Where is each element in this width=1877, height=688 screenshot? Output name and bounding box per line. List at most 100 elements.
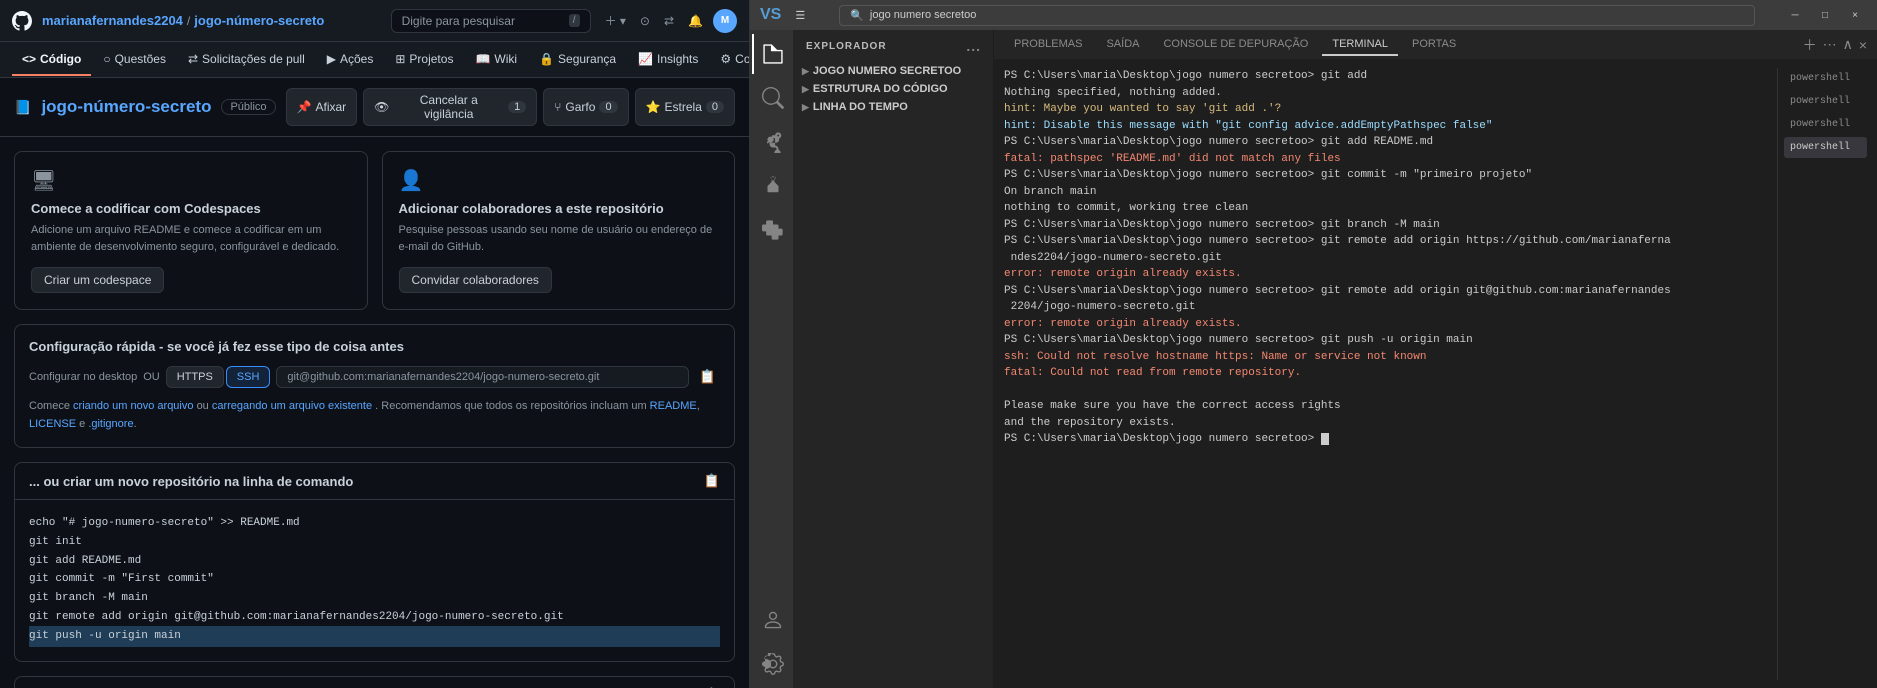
quick-setup-section: Configuração rápida - se você já fez ess… bbox=[14, 324, 735, 448]
jogo-folder-label: JOGO NUMERO SECRETOO bbox=[813, 65, 961, 77]
split-terminal-button[interactable]: ⋯ bbox=[1823, 36, 1837, 53]
new-repo-code-body: echo "# jogo-numero-secreto" >> README.m… bbox=[15, 500, 734, 661]
menu-item[interactable]: ☰ bbox=[789, 7, 811, 24]
notification-button[interactable]: 🔔 bbox=[684, 10, 707, 32]
tab-debug-console[interactable]: CONSOLE DE DEPURAÇÃO bbox=[1153, 34, 1318, 56]
terminal-line-16: ssh: Could not resolve hostname https: N… bbox=[1004, 349, 1771, 366]
search-box[interactable]: Digite para pesquisar / bbox=[391, 9, 591, 33]
tab-problems[interactable]: PROBLEMAS bbox=[1004, 34, 1092, 56]
repo-link[interactable]: jogo-número-secreto bbox=[194, 13, 324, 28]
security-icon: 🔒 bbox=[539, 52, 554, 66]
search-shortcut-kbd: / bbox=[569, 14, 580, 27]
vscode-menu: ☰ bbox=[789, 7, 811, 24]
existing-repo-section: ... ou envie um repositório existente a … bbox=[14, 676, 735, 688]
terminal-line-14: error: remote origin already exists. bbox=[1004, 316, 1771, 333]
maximize-panel-button[interactable]: ∧ bbox=[1843, 36, 1853, 53]
codespaces-desc: Adicione um arquivo README e comece a co… bbox=[31, 222, 351, 255]
pin-button[interactable]: 📌 Afixar bbox=[286, 88, 358, 126]
codespaces-card: 🖥 Comece a codificar com Codespaces Adic… bbox=[14, 151, 368, 310]
explorer-header: Explorador ... bbox=[794, 30, 993, 62]
collab-icon: 👤 bbox=[399, 168, 719, 193]
close-button[interactable]: × bbox=[1843, 6, 1867, 24]
nav-settings[interactable]: ⚙ Configurações bbox=[710, 44, 750, 76]
or-separator: OU bbox=[143, 371, 160, 383]
jogo-folder-header[interactable]: ▶ JOGO NUMERO SECRETOO bbox=[794, 62, 993, 80]
search-placeholder-text: Digite para pesquisar bbox=[402, 14, 515, 28]
avatar[interactable]: M bbox=[713, 9, 737, 33]
repo-name-heading[interactable]: jogo-número-secreto bbox=[41, 97, 211, 117]
maximize-button[interactable]: □ bbox=[1813, 6, 1837, 24]
nav-security[interactable]: 🔒 Segurança bbox=[529, 44, 626, 76]
ssh-tab[interactable]: SSH bbox=[226, 366, 271, 388]
tab-ports[interactable]: PORTAS bbox=[1402, 34, 1466, 56]
star-count: 0 bbox=[706, 101, 724, 113]
pin-icon: 📌 bbox=[297, 100, 312, 114]
top-bar-icons: ＋ ▾ ⊙ ⇄ 🔔 M bbox=[601, 8, 737, 33]
copy-url-button[interactable]: 📋 bbox=[695, 367, 720, 387]
timeline-folder-label: LINHA DO TEMPO bbox=[813, 101, 908, 113]
timeline-folder-header[interactable]: ▶ LINHA DO TEMPO bbox=[794, 98, 993, 116]
tab-terminal[interactable]: TERMINAL bbox=[1322, 34, 1398, 56]
chevron-right-icon: ▶ bbox=[802, 84, 809, 95]
insights-icon: 📈 bbox=[638, 52, 653, 66]
nav-actions[interactable]: ▶ Ações bbox=[317, 44, 384, 76]
nav-projects[interactable]: ⊞ Projetos bbox=[385, 44, 463, 76]
minimize-button[interactable]: ─ bbox=[1783, 6, 1807, 24]
terminal-line-17: fatal: Could not read from remote reposi… bbox=[1004, 365, 1771, 382]
session-2[interactable]: powershell bbox=[1784, 91, 1867, 112]
https-tab[interactable]: HTTPS bbox=[166, 366, 224, 388]
user-link[interactable]: marianafernandes2204 bbox=[42, 13, 183, 28]
fork-button[interactable]: ⑂ Garfo 0 bbox=[543, 88, 628, 126]
visibility-badge: Público bbox=[221, 99, 275, 115]
invite-collaborators-button[interactable]: Convidar colaboradores bbox=[399, 267, 552, 293]
create-codespace-button[interactable]: Criar um codespace bbox=[31, 267, 164, 293]
github-panel: marianafernandes2204 / jogo-número-secre… bbox=[0, 0, 750, 688]
source-control-icon[interactable] bbox=[752, 122, 792, 162]
session-4[interactable]: powershell bbox=[1784, 137, 1867, 158]
repo-url-input[interactable]: git@github.com:marianafernandes2204/jogo… bbox=[276, 366, 689, 388]
book-icon: 📘 bbox=[14, 99, 31, 116]
structure-folder-header[interactable]: ▶ ESTRUTURA DO CÓDIGO bbox=[794, 80, 993, 98]
tab-output[interactable]: SAÍDA bbox=[1096, 34, 1149, 56]
code-line-1: echo "# jogo-numero-secreto" >> README.m… bbox=[29, 514, 720, 533]
vscode-logo-icon: VS bbox=[760, 6, 781, 24]
license-link[interactable]: LICENSE bbox=[29, 418, 76, 430]
activity-bar bbox=[750, 30, 794, 688]
nav-code[interactable]: <> Código bbox=[12, 44, 91, 76]
fork-icon: ⑂ bbox=[554, 100, 561, 114]
upload-file-link[interactable]: carregando um arquivo existente bbox=[212, 400, 372, 412]
code-line-7: git push -u origin main bbox=[29, 626, 720, 647]
repo-header: 📘 jogo-número-secreto Público 📌 Afixar 👁… bbox=[0, 78, 749, 137]
plus-button[interactable]: ＋ ▾ bbox=[601, 8, 630, 33]
nav-issues[interactable]: ○ Questões bbox=[93, 44, 176, 76]
terminal-line-18 bbox=[1004, 382, 1771, 399]
create-new-file-link[interactable]: criando um novo arquivo bbox=[73, 400, 193, 412]
actions-icon: ▶ bbox=[327, 52, 336, 66]
accounts-icon[interactable] bbox=[752, 600, 792, 640]
extensions-icon[interactable] bbox=[752, 210, 792, 250]
gitignore-link[interactable]: .gitignore bbox=[88, 418, 133, 430]
debug-icon[interactable] bbox=[752, 166, 792, 206]
readme-link[interactable]: README bbox=[650, 400, 697, 412]
nav-insights[interactable]: 📈 Insights bbox=[628, 44, 708, 76]
nav-pulls[interactable]: ⇄ Solicitações de pull bbox=[178, 44, 315, 76]
explorer-more-icon[interactable]: ... bbox=[966, 38, 981, 54]
new-terminal-button[interactable]: ＋ bbox=[1803, 35, 1817, 55]
session-1[interactable]: powershell bbox=[1784, 68, 1867, 89]
star-button[interactable]: ⭐ Estrela 0 bbox=[635, 88, 735, 126]
url-tabs: HTTPS SSH bbox=[166, 366, 271, 388]
quick-setup-title: Configuração rápida - se você já fez ess… bbox=[29, 339, 720, 354]
explorer-icon[interactable] bbox=[752, 34, 792, 74]
issue-button[interactable]: ⊙ bbox=[636, 10, 654, 32]
session-3[interactable]: powershell bbox=[1784, 114, 1867, 135]
nav-wiki[interactable]: 📖 Wiki bbox=[465, 44, 527, 76]
fork-count: 0 bbox=[599, 101, 617, 113]
watch-button[interactable]: 👁 Cancelar a vigilância 1 bbox=[363, 88, 537, 126]
vscode-search-bar[interactable]: 🔍 jogo numero secretoo bbox=[839, 5, 1755, 26]
copy-new-repo-button[interactable]: 📋 bbox=[704, 473, 720, 489]
gear-icon[interactable] bbox=[752, 644, 792, 684]
pr-button[interactable]: ⇄ bbox=[660, 10, 678, 32]
close-panel-button[interactable]: × bbox=[1859, 37, 1867, 53]
search-activity-icon[interactable] bbox=[752, 78, 792, 118]
url-row: Configurar no desktop OU HTTPS SSH git@g… bbox=[29, 366, 720, 388]
